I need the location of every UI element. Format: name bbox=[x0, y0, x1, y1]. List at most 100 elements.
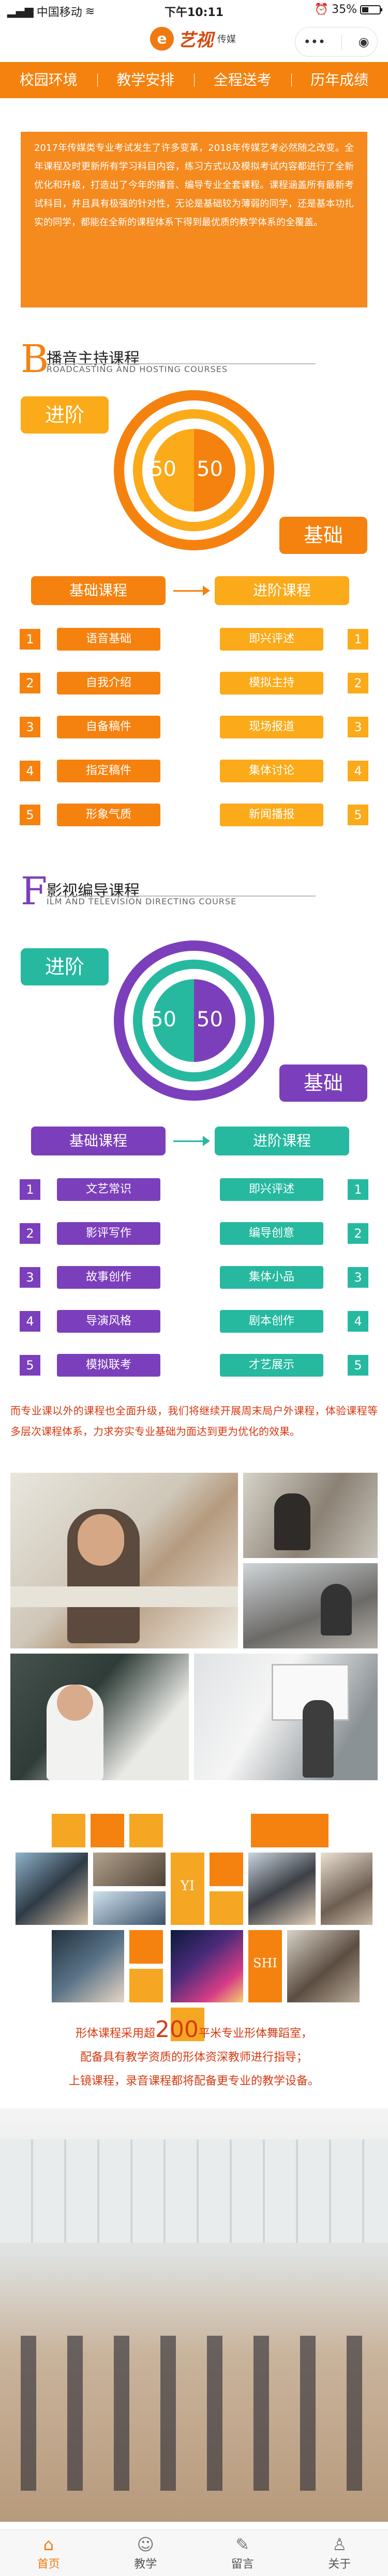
arrow-right-icon bbox=[203, 1136, 210, 1146]
classroom-photo-1 bbox=[243, 1473, 378, 1558]
mini-program-capsule: ••• ◉ bbox=[295, 27, 378, 57]
basic-course-item: 指定稿件 bbox=[57, 760, 160, 782]
ring-percent-right: 50 bbox=[197, 1008, 223, 1031]
nav-campus[interactable]: 校园环境 bbox=[0, 62, 97, 98]
basic-course-item: 模拟联考 bbox=[57, 1354, 160, 1377]
text-line: 配备具有教学资质的形体资深教师进行指导； bbox=[80, 2051, 308, 2064]
course-number: 4 bbox=[20, 1311, 40, 1332]
basic-tag: 基础 bbox=[279, 517, 367, 554]
course-number: 4 bbox=[20, 761, 40, 781]
logo-name: 艺视 bbox=[178, 30, 213, 51]
course-number: 1 bbox=[348, 1179, 368, 1200]
basic-course-item: 自备稿件 bbox=[57, 716, 160, 738]
advanced-course-item: 集体讨论 bbox=[220, 760, 323, 782]
logo-mark: e bbox=[150, 26, 174, 51]
section-broadcast-heading: B 播音主持课程 ROADCASTING AND HOSTING COURSES bbox=[21, 338, 331, 385]
deco-tile bbox=[52, 1814, 85, 1847]
arrow-line bbox=[173, 590, 204, 592]
tab-label: 留言 bbox=[231, 2558, 254, 2571]
record-icon[interactable]: ◉ bbox=[358, 35, 369, 49]
course-number: 3 bbox=[20, 717, 40, 737]
student-photo bbox=[248, 1853, 316, 1925]
tab-label: 关于 bbox=[328, 2558, 351, 2571]
basic-course-header: 基础课程 bbox=[31, 1127, 166, 1155]
advanced-course-item: 即兴评述 bbox=[220, 628, 323, 651]
advanced-course-item: 编导创意 bbox=[220, 1222, 323, 1245]
yi-label: YI bbox=[180, 1878, 195, 1894]
student-photo bbox=[287, 1930, 360, 2002]
broadcast-ring-chart bbox=[114, 390, 274, 550]
course-number: 4 bbox=[348, 761, 368, 781]
directing-ring-chart bbox=[114, 940, 274, 1101]
deco-tile bbox=[129, 1969, 163, 2002]
ring-percent-right: 50 bbox=[197, 457, 223, 481]
app-header: e 艺视 传媒 ••• ◉ bbox=[0, 21, 388, 62]
course-number: 3 bbox=[348, 717, 368, 737]
ring-percent-left: 50 bbox=[150, 1008, 176, 1031]
basic-tag: 基础 bbox=[279, 1065, 367, 1102]
course-number: 2 bbox=[348, 673, 368, 693]
advanced-course-item: 现场报道 bbox=[220, 716, 323, 738]
course-number: 2 bbox=[348, 1223, 368, 1244]
course-number: 1 bbox=[348, 629, 368, 650]
student-photo bbox=[93, 1891, 166, 1925]
deco-tile bbox=[210, 1891, 243, 1925]
tab-message[interactable]: ✎ 留言 bbox=[194, 2530, 291, 2576]
deco-tile bbox=[210, 1853, 243, 1886]
text-line: 平米专业形体舞蹈室， bbox=[198, 2027, 312, 2040]
arrow-line bbox=[173, 1140, 204, 1142]
logo-sub: 传媒 bbox=[217, 34, 236, 45]
basic-course-header: 基础课程 bbox=[31, 576, 166, 605]
logo: e 艺视 传媒 bbox=[150, 26, 236, 51]
section-directing-heading: F 影视编导课程 ILM AND TELEVISION DIRECTING CO… bbox=[21, 871, 331, 917]
classroom-photo-3 bbox=[194, 1654, 378, 1780]
advanced-course-header: 进阶课程 bbox=[215, 1127, 349, 1155]
more-icon[interactable]: ••• bbox=[304, 35, 325, 49]
arrow-right-icon bbox=[203, 585, 210, 596]
user-icon: ♙ bbox=[332, 2535, 347, 2554]
tab-label: 首页 bbox=[37, 2558, 60, 2571]
dance-room-text: 形体课程采用超200平米专业形体舞蹈室， 配备具有教学资质的形体资深教师进行指导… bbox=[10, 2018, 378, 2093]
course-number: 1 bbox=[20, 1179, 40, 1200]
shi-tile: SHI bbox=[248, 1930, 282, 2002]
nav-exam[interactable]: 全程送考 bbox=[194, 62, 291, 98]
text-line: 上镜课程，录音课程都将配备更专业的教学设备。 bbox=[68, 2075, 319, 2088]
bottom-tab-bar: ⌂ 首页 ☺ 教学 ✎ 留言 ♙ 关于 bbox=[0, 2529, 388, 2576]
tab-about[interactable]: ♙ 关于 bbox=[291, 2530, 388, 2576]
advanced-tag: 进阶 bbox=[21, 396, 109, 434]
section-subtitle: ROADCASTING AND HOSTING COURSES bbox=[47, 364, 228, 374]
student-photo bbox=[321, 1853, 372, 1925]
advanced-course-item: 新闻播报 bbox=[220, 804, 323, 826]
course-number: 2 bbox=[20, 673, 40, 693]
highlight-number: 200 bbox=[155, 2016, 199, 2043]
shi-label: SHI bbox=[253, 1956, 277, 1970]
teacher-photo-1 bbox=[10, 1473, 238, 1648]
advanced-course-item: 集体小品 bbox=[220, 1266, 323, 1289]
intro-text: 2017年传媒类专业考试发生了许多变革，2018年传媒艺考必然随之改变。全年课程… bbox=[21, 132, 367, 307]
alarm-icon: ⏰ bbox=[314, 3, 329, 16]
advanced-tag: 进阶 bbox=[21, 948, 109, 985]
course-number: 1 bbox=[20, 629, 40, 650]
section-initial: F bbox=[21, 869, 48, 914]
basic-course-item: 故事创作 bbox=[57, 1266, 160, 1289]
person-icon: ☺ bbox=[137, 2535, 154, 2554]
advanced-course-item: 才艺展示 bbox=[220, 1354, 323, 1377]
tab-label: 教学 bbox=[134, 2558, 157, 2571]
course-number: 3 bbox=[348, 1267, 368, 1288]
teacher-photo-2 bbox=[10, 1654, 189, 1780]
student-photo bbox=[93, 1853, 166, 1886]
tab-home[interactable]: ⌂ 首页 bbox=[0, 2530, 97, 2576]
basic-course-item: 影评写作 bbox=[57, 1222, 160, 1245]
basic-course-item: 自我介绍 bbox=[57, 672, 160, 695]
basic-course-item: 文艺常识 bbox=[57, 1178, 160, 1201]
tab-teaching[interactable]: ☺ 教学 bbox=[97, 2530, 195, 2576]
nav-teaching[interactable]: 教学安排 bbox=[97, 62, 195, 98]
course-number: 5 bbox=[20, 1355, 40, 1376]
edit-icon: ✎ bbox=[235, 2535, 250, 2554]
deco-tile bbox=[91, 1814, 124, 1847]
course-number: 2 bbox=[20, 1223, 40, 1244]
home-icon: ⌂ bbox=[43, 2535, 54, 2554]
nav-results[interactable]: 历年成绩 bbox=[291, 62, 388, 98]
battery-percent: 35% bbox=[332, 3, 357, 16]
deco-tile bbox=[251, 1814, 329, 1847]
